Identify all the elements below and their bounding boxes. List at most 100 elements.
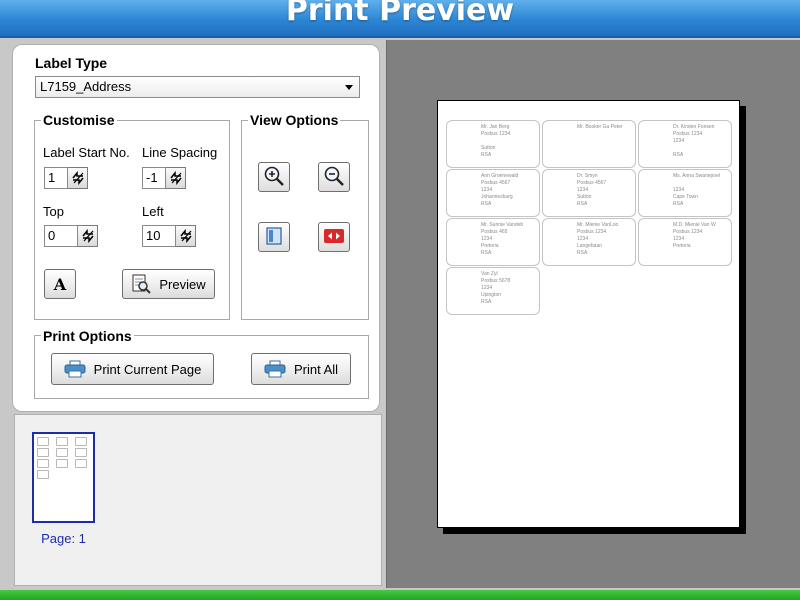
print-current-page-label: Print Current Page xyxy=(93,361,202,377)
mini-label xyxy=(56,448,68,457)
address-line: Upington xyxy=(481,292,502,298)
mini-label xyxy=(37,459,49,468)
address-line xyxy=(577,138,631,145)
fit-page-button[interactable] xyxy=(258,222,290,252)
status-bar xyxy=(0,590,800,600)
left-label: Left xyxy=(142,204,164,219)
mini-label xyxy=(75,459,87,468)
address-line: Posbus 465 xyxy=(481,229,508,235)
address-line: Mr. Sunnie Vandeb xyxy=(481,222,524,228)
customise-heading: Customise xyxy=(41,112,117,128)
address-line: M.D. Mienie Van W xyxy=(673,222,716,228)
address-line: Ann Groenewald xyxy=(481,173,519,179)
top-input[interactable]: 0 xyxy=(44,225,78,247)
address-line: RSA xyxy=(481,201,492,207)
address-line: 1234 xyxy=(673,138,685,144)
address-line: Posbus 4567 xyxy=(577,180,607,186)
label-type-dropdown[interactable]: L7159_Address xyxy=(35,76,360,98)
left-spinner[interactable]: 10 xyxy=(142,225,196,247)
fit-page-icon xyxy=(264,226,284,249)
spin-arrows-icon[interactable] xyxy=(166,167,186,189)
address-line: Mr. Jan Berg xyxy=(481,124,510,130)
address-line xyxy=(577,145,631,152)
address-line: Mr. Mienie VanLoo xyxy=(577,222,619,228)
page-thumbnail[interactable] xyxy=(32,432,95,523)
print-options-heading: Print Options xyxy=(41,328,134,344)
address-line: 1234 xyxy=(481,285,493,291)
address-label: Mr. Mienie VanLoo Posbus 1234 1234 Langebaa… xyxy=(542,218,636,266)
spin-arrows-icon[interactable] xyxy=(78,225,98,247)
thumbnail-panel: Page: 1 xyxy=(14,414,382,586)
address-line: 1234 xyxy=(481,187,493,193)
line-spacing-input[interactable]: -1 xyxy=(142,167,166,189)
fit-width-icon xyxy=(323,226,345,249)
address-line xyxy=(481,138,535,145)
label-start-input[interactable]: 1 xyxy=(44,167,68,189)
print-all-button[interactable]: Print All xyxy=(251,353,351,385)
address-label: Mr. Sunnie Vandeb Posbus 465 1234 Pretoria R… xyxy=(446,218,540,266)
address-line: Sutton xyxy=(577,194,592,200)
address-label: Mr. Jan Berg Posbus 1234 Sutton RSA xyxy=(446,120,540,168)
zoom-in-button[interactable] xyxy=(258,162,290,192)
window-title: Print Preview xyxy=(285,0,515,28)
zoom-out-button[interactable] xyxy=(318,162,350,192)
address-line: Dr. Kirsten Fonsen xyxy=(673,124,715,130)
address-line: Posbus 4567 xyxy=(481,180,511,186)
address-line: Pretoria xyxy=(673,243,691,249)
address-line: Dr. Smyn xyxy=(577,173,598,179)
address-line: 1234 xyxy=(673,187,685,193)
top-spinner[interactable]: 0 xyxy=(44,225,98,247)
address-line xyxy=(673,180,727,187)
address-line: 1234 xyxy=(577,236,589,242)
address-line: RSA xyxy=(673,201,684,207)
line-spacing-label: Line Spacing xyxy=(142,145,218,160)
print-all-label: Print All xyxy=(293,361,339,377)
top-label: Top xyxy=(43,204,64,219)
font-button[interactable]: A xyxy=(44,269,76,299)
label-type-value: L7159_Address xyxy=(40,79,132,94)
address-line xyxy=(673,250,727,257)
address-line: RSA xyxy=(673,152,684,158)
spin-arrows-icon[interactable] xyxy=(68,167,88,189)
address-line: RSA xyxy=(577,250,588,256)
address-line: Johannesburg xyxy=(481,194,513,200)
line-spacing-spinner[interactable]: -1 xyxy=(142,167,186,189)
address-line: Posbus 1234 xyxy=(673,131,703,137)
address-line: 1234 xyxy=(673,236,685,242)
preview-button-label: Preview xyxy=(159,276,206,292)
preview-button[interactable]: Preview xyxy=(122,269,215,299)
address-line: Posbus 1234 xyxy=(481,131,511,137)
mini-label xyxy=(37,437,49,446)
address-line: Ms. Anna Swanepoel xyxy=(673,173,720,179)
address-line: Van Zyl xyxy=(481,271,498,277)
address-line: 1234 xyxy=(481,236,493,242)
preview-page: Mr. Jan Berg Posbus 1234 Sutton RSA Mr. Boo… xyxy=(437,100,740,528)
address-label: Ms. Anna Swanepoel 1234 Cape Town RSA xyxy=(638,169,732,217)
address-label: Dr. Smyn Posbus 4567 1234 Sutton RSA xyxy=(542,169,636,217)
view-options-group xyxy=(241,120,369,320)
address-line: Sutton xyxy=(481,145,496,151)
address-line xyxy=(577,152,631,159)
address-line: 1234 xyxy=(577,187,589,193)
font-icon: A xyxy=(53,274,67,294)
printer-icon xyxy=(264,360,286,378)
spin-arrows-icon[interactable] xyxy=(176,225,196,247)
preview-area[interactable]: Mr. Jan Berg Posbus 1234 Sutton RSA Mr. Boo… xyxy=(386,40,800,588)
fit-width-button[interactable] xyxy=(318,222,350,252)
page-number-caption: Page: 1 xyxy=(41,531,86,546)
view-options-heading: View Options xyxy=(248,112,341,128)
printer-icon xyxy=(64,360,86,378)
label-start-label: Label Start No. xyxy=(43,145,130,160)
left-frame xyxy=(0,38,10,590)
mini-label xyxy=(56,459,68,468)
address-label: Dr. Kirsten Fonsen Posbus 1234 1234 RSA xyxy=(638,120,732,168)
print-current-page-button[interactable]: Print Current Page xyxy=(51,353,214,385)
address-line: RSA xyxy=(577,201,588,207)
address-line: Posbus 1234 xyxy=(577,229,607,235)
address-line: RSA xyxy=(481,152,492,158)
address-label: Ann Groenewald Posbus 4567 1234 Johannesbur… xyxy=(446,169,540,217)
address-line xyxy=(673,145,727,152)
left-input[interactable]: 10 xyxy=(142,225,176,247)
zoom-out-icon xyxy=(323,165,345,190)
label-start-spinner[interactable]: 1 xyxy=(44,167,88,189)
